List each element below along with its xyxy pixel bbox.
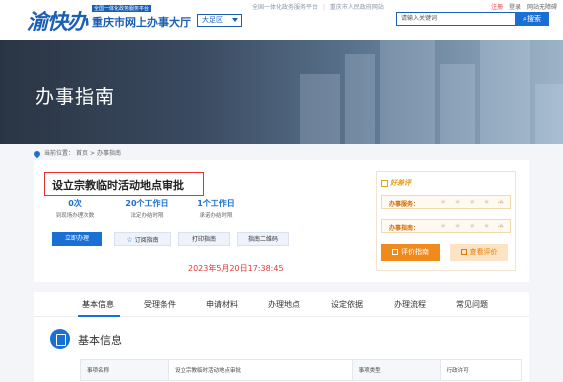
subscribe-guide-label: 订阅指南 <box>134 237 159 244</box>
section-title: 基本信息 <box>78 334 122 347</box>
evaluate-guide-button[interactable]: 评价指南 <box>381 244 440 261</box>
region-select[interactable]: 大足区 <box>197 14 242 27</box>
guide-qrcode-button[interactable]: 指南二维码 <box>237 232 289 246</box>
region-select-value: 大足区 <box>202 16 223 24</box>
banner-building <box>345 54 375 144</box>
banner-building <box>300 74 340 144</box>
login-link[interactable]: 登录 <box>509 4 521 11</box>
breadcrumb-home[interactable]: 首页 <box>76 150 88 157</box>
logo-tagline: 全国一体化政务服务平台 <box>92 5 152 12</box>
stat-value: 1个工作日 <box>197 199 235 208</box>
tab-bar: 基本信息 受理条件 申请材料 办理地点 设定依据 办理流程 常见问题 <box>34 292 529 317</box>
table-key: 事项名称 <box>80 359 169 381</box>
tab-location[interactable]: 办理地点 <box>268 299 300 310</box>
accessibility-link[interactable]: 网站无障碍 <box>527 4 557 11</box>
stat-promised-time: 1个工作日 承诺办结时限 <box>188 198 244 219</box>
stat-value: 20个工作日 <box>125 199 169 208</box>
star-icon: ☆ <box>126 236 133 244</box>
table-row: 事项名称 设立宗教临时活动地点审批 事项类型 行政许可 <box>80 359 523 381</box>
rating-title: 好差评 <box>381 178 411 188</box>
logo[interactable]: 渝快办 <box>27 6 88 36</box>
rating-panel: 好差评 办事服务： ★ ★ ★ ★ ★ ... 办事指南： ★ ★ ★ ★ ★ … <box>376 171 516 271</box>
active-tab-indicator <box>78 315 120 317</box>
top-link-platform[interactable]: 全国一体化政务服务平台 <box>252 4 318 11</box>
banner-building <box>535 84 563 144</box>
search-button[interactable]: ⌕搜索 <box>515 12 549 26</box>
subscribe-guide-button[interactable]: ☆ 订阅指南 <box>114 232 171 246</box>
more-icon[interactable]: ... <box>497 197 504 205</box>
breadcrumb-current: 办事指南 <box>96 150 121 157</box>
tab-basis[interactable]: 设定依据 <box>331 299 363 310</box>
register-link[interactable]: 注册 <box>491 4 503 11</box>
datetime-stamp: 2023年5月20日17:38:45 <box>188 264 284 273</box>
breadcrumb-separator: > <box>89 150 95 157</box>
table-key: 事项类型 <box>351 359 441 381</box>
print-guide-button[interactable]: 打印指南 <box>178 232 230 246</box>
location-pin-icon <box>32 149 42 158</box>
rating-row-service[interactable]: 办事服务： ★ ★ ★ ★ ★ ... <box>381 195 511 209</box>
breadcrumb: 当前位置： 首页 > 办事指南 <box>32 148 121 158</box>
view-evaluation-button[interactable]: 查看评价 <box>450 244 508 261</box>
banner: 办事指南 <box>0 40 563 144</box>
top-link-gov[interactable]: 重庆市人民政府网站 <box>330 4 384 11</box>
tab-faq[interactable]: 常见问题 <box>456 299 488 310</box>
tab-conditions[interactable]: 受理条件 <box>144 299 176 310</box>
search-button-label: 搜索 <box>526 15 541 23</box>
divider: | <box>322 4 325 11</box>
stat-label: 到现场办理次数 <box>55 213 95 219</box>
banner-building <box>480 40 530 144</box>
stat-label: 法定办结时限 <box>130 213 164 219</box>
breadcrumb-label: 当前位置： <box>44 150 75 157</box>
stat-visits: 0次 到现场办理次数 <box>48 198 102 219</box>
banner-building <box>380 40 435 144</box>
tab-process[interactable]: 办理流程 <box>394 299 426 310</box>
top-bar: 渝快办 全国一体化政务服务平台 重庆市网上办事大厅 大足区 全国一体化政务服务平… <box>0 0 563 40</box>
rating-row-label: 办事指南： <box>389 225 420 232</box>
user-links: 注册 登录 网站无障碍 <box>487 2 557 11</box>
evaluate-guide-label: 评价指南 <box>401 248 429 256</box>
rating-row-label: 办事服务： <box>389 201 420 208</box>
top-links: 全国一体化政务服务平台 | 重庆市人民政府网站 <box>252 2 384 11</box>
stat-value: 0次 <box>68 199 82 208</box>
tab-materials[interactable]: 申请材料 <box>206 299 238 310</box>
service-title: 设立宗教临时活动地点审批 <box>52 179 184 192</box>
table-value: 设立宗教临时活动地点审批 <box>168 359 353 381</box>
chevron-down-icon <box>232 18 238 22</box>
table-value: 行政许可 <box>439 359 523 381</box>
detail-card: 基本信息 受理条件 申请材料 办理地点 设定依据 办理流程 常见问题 基本信息 … <box>34 292 529 382</box>
comment-icon <box>460 249 467 255</box>
rating-icon <box>381 179 388 187</box>
page-title: 办事指南 <box>35 86 116 108</box>
tab-basic-info[interactable]: 基本信息 <box>82 299 114 310</box>
info-table: 事项名称 设立宗教临时活动地点审批 事项类型 行政许可 <box>80 359 523 381</box>
stat-legal-time: 20个工作日 法定办结时限 <box>116 198 178 219</box>
search-input[interactable]: 请输入关键词 <box>396 12 516 26</box>
site-name[interactable]: 重庆市网上办事大厅 <box>92 14 191 30</box>
document-icon <box>50 329 70 349</box>
rating-title-text: 好差评 <box>390 179 411 187</box>
stat-label: 承诺办结时限 <box>199 213 233 219</box>
view-evaluation-label: 查看评价 <box>469 248 498 256</box>
apply-now-button[interactable]: 立即办理 <box>52 232 102 246</box>
edit-icon <box>392 249 398 255</box>
banner-building <box>440 64 475 144</box>
rating-row-guide[interactable]: 办事指南： ★ ★ ★ ★ ★ ... <box>381 219 511 233</box>
more-icon[interactable]: ... <box>497 221 504 229</box>
